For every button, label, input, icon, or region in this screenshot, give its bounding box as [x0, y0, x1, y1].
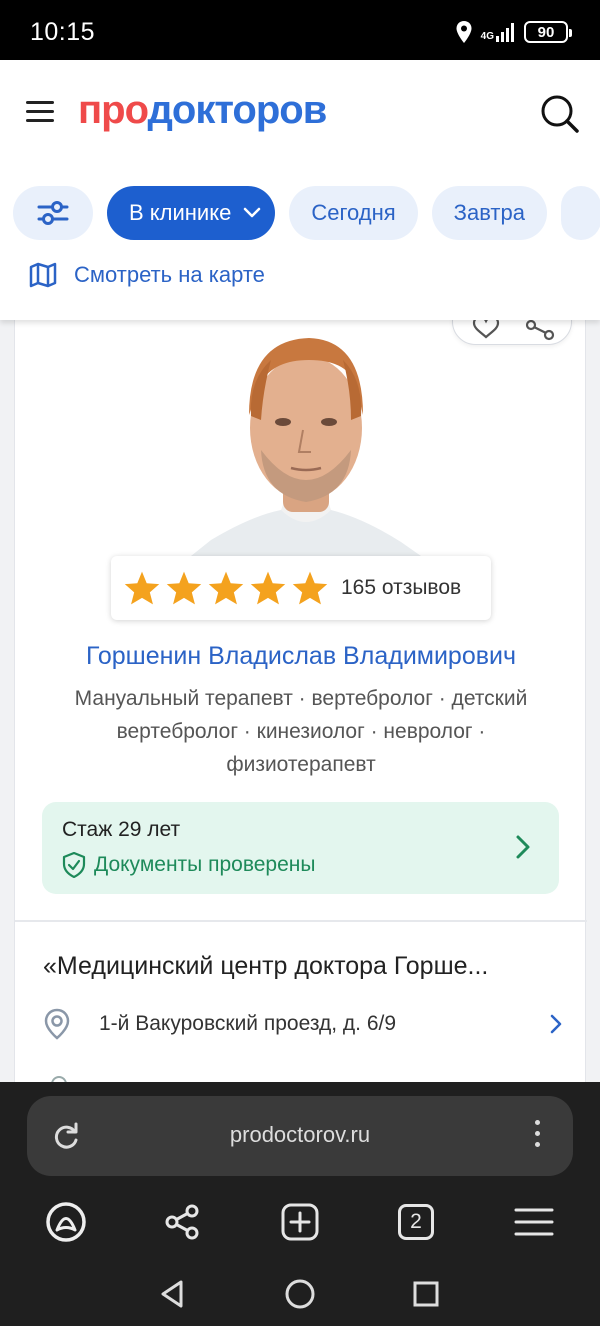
share-icon — [165, 1204, 199, 1240]
doctor-name[interactable]: Горшенин Владислав Владимирович — [15, 642, 587, 671]
alice-icon — [46, 1202, 86, 1242]
star-icon — [208, 571, 244, 605]
browser-toolbar: 2 — [0, 1200, 600, 1250]
status-time: 10:15 — [30, 18, 96, 46]
card-actions — [452, 320, 572, 345]
browser-menu-button[interactable] — [512, 1200, 556, 1244]
tabs-count: 2 — [398, 1204, 434, 1240]
status-icons: 4G 90 — [455, 18, 572, 46]
map-link-label: Смотреть на карте — [74, 262, 265, 287]
more-icon[interactable] — [535, 1120, 541, 1153]
star-icon — [292, 571, 328, 605]
pin-icon — [44, 1008, 70, 1040]
filter-chips: В клинике Сегодня Завтра — [13, 186, 600, 240]
chevron-right-icon — [550, 1014, 562, 1034]
doctor-content: 165 отзывов Горшенин Владислав Владимиро… — [0, 320, 600, 1082]
chevron-down-icon — [244, 207, 261, 218]
signal-icon — [496, 23, 514, 42]
logo-part-pro: про — [78, 88, 148, 132]
browser-bar: prodoctorov.ru 2 — [0, 1082, 600, 1326]
home-button[interactable] — [280, 1274, 320, 1314]
address-text: 1-й Вакуровский проезд, д. 6/9 — [99, 1012, 397, 1035]
chip-more[interactable] — [560, 186, 600, 240]
logo-part-doktorov: докторов — [147, 88, 328, 132]
documents-verified: Документы проверены — [62, 852, 315, 878]
url-text[interactable]: prodoctorov.ru — [27, 1122, 573, 1148]
recents-icon — [413, 1281, 439, 1307]
menu-lines-icon — [514, 1208, 554, 1236]
doctor-card: 165 отзывов Горшенин Владислав Владимиро… — [14, 320, 587, 1082]
back-icon — [161, 1280, 183, 1308]
star-icon — [124, 571, 160, 605]
home-icon — [285, 1279, 315, 1309]
share-button[interactable] — [160, 1200, 204, 1244]
shield-check-icon — [62, 852, 86, 878]
address-bar[interactable]: prodoctorov.ru — [27, 1096, 573, 1176]
experience-box[interactable]: Стаж 29 лет Документы проверены — [42, 802, 559, 894]
site-logo[interactable]: продокторов — [78, 88, 328, 133]
rating-box[interactable]: 165 отзывов — [111, 556, 491, 620]
alice-button[interactable] — [44, 1200, 88, 1244]
star-icon — [250, 571, 286, 605]
new-tab-button[interactable] — [278, 1200, 322, 1244]
screen: 10:15 4G 90 продокторов В клинике Сегодн… — [0, 0, 600, 1326]
plus-square-icon — [281, 1203, 319, 1241]
site-header: продокторов В клинике Сегодня Завтра Смо… — [0, 60, 600, 320]
experience-text: Стаж 29 лет — [62, 818, 181, 841]
doctor-photo — [191, 320, 421, 556]
doctor-specialties: Мануальный терапевт · вертебролог · детс… — [74, 687, 528, 776]
search-icon[interactable] — [540, 94, 580, 134]
star-icon — [166, 571, 202, 605]
menu-icon[interactable] — [24, 98, 58, 126]
tabs-button[interactable]: 2 — [394, 1200, 438, 1244]
reviews-count: 165 отзывов — [341, 576, 462, 599]
share-icon[interactable] — [525, 320, 557, 341]
heart-icon[interactable] — [471, 320, 501, 339]
chip-tomorrow[interactable]: Завтра — [431, 186, 547, 240]
chip-today[interactable]: Сегодня — [289, 186, 418, 240]
chip-in-clinic-label: В клинике — [129, 200, 232, 225]
chip-in-clinic[interactable]: В клинике — [107, 186, 276, 240]
filter-icon — [37, 201, 69, 225]
clinic-address[interactable]: 1-й Вакуровский проезд, д. 6/9 — [43, 1008, 563, 1040]
filter-button[interactable] — [13, 186, 93, 240]
map-link[interactable]: Смотреть на карте — [28, 260, 265, 290]
divider — [15, 920, 587, 922]
rating-stars — [123, 570, 329, 606]
recents-button[interactable] — [406, 1274, 446, 1314]
system-navigation — [0, 1274, 600, 1314]
status-bar: 10:15 4G 90 — [0, 0, 600, 60]
back-button[interactable] — [152, 1274, 192, 1314]
documents-label: Документы проверены — [94, 853, 316, 876]
location-icon — [456, 21, 472, 43]
map-icon — [29, 262, 57, 288]
clinic-name[interactable]: «Медицинский центр доктора Горше... — [43, 952, 488, 981]
network-label: 4G — [480, 31, 494, 42]
network-indicator: 4G — [481, 22, 516, 42]
battery-indicator: 90 — [524, 21, 572, 43]
chevron-right-icon — [516, 835, 530, 859]
